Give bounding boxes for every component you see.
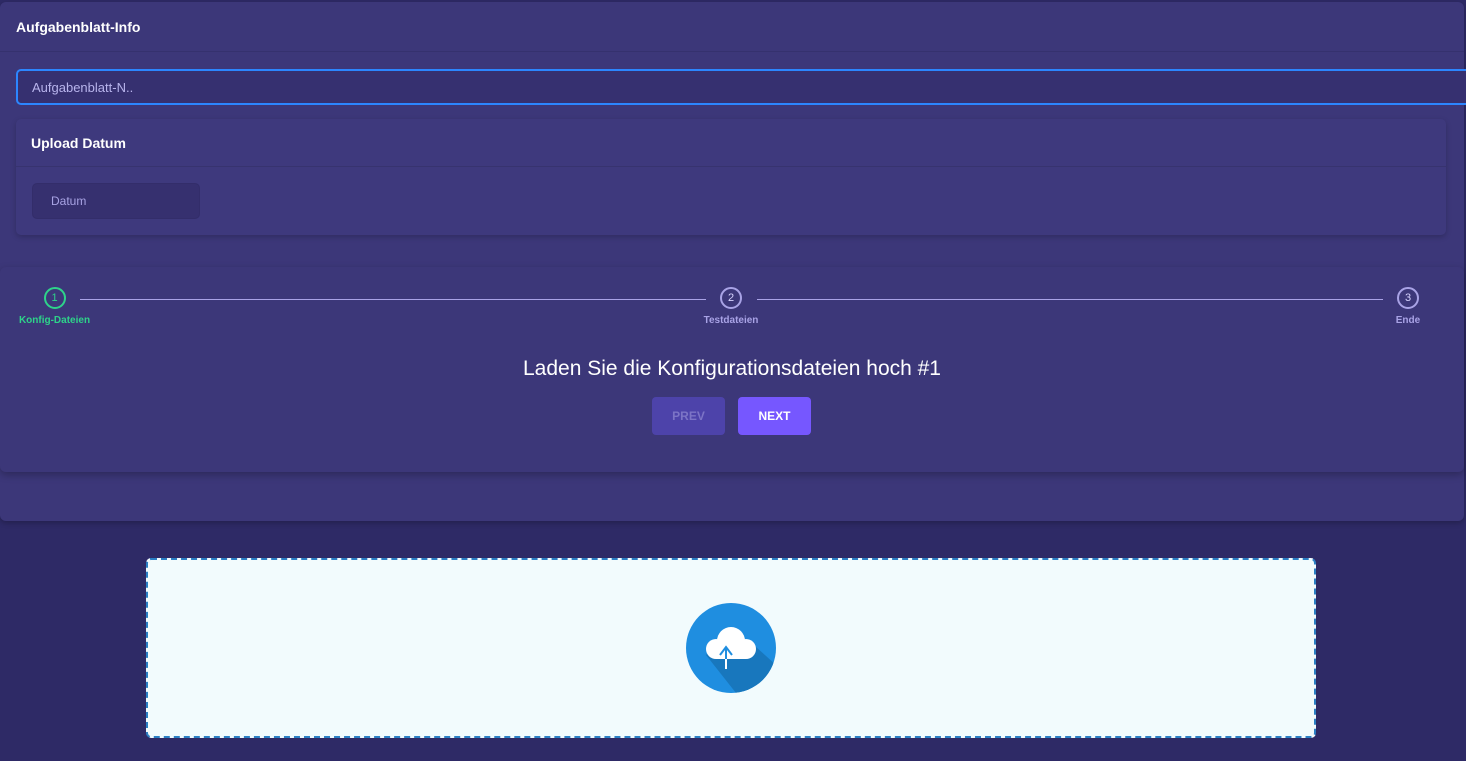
step-2-label: Testdateien <box>703 315 759 326</box>
upload-date-title: Upload Datum <box>16 119 1446 167</box>
date-input[interactable] <box>32 183 200 219</box>
task-name-input[interactable] <box>16 69 1466 105</box>
step-3[interactable]: 3 Ende <box>1388 287 1428 326</box>
card-title: Aufgabenblatt-Info <box>0 2 1464 52</box>
cloud-upload-icon[interactable] <box>686 603 776 693</box>
prev-button[interactable]: PREV <box>652 397 725 435</box>
step-2-circle: 2 <box>720 287 742 309</box>
step-3-label: Ende <box>1395 315 1421 326</box>
step-heading: Laden Sie die Konfigurationsdateien hoch… <box>523 357 941 380</box>
step-line-2-3 <box>757 299 1383 300</box>
step-1[interactable]: 1 Konfig-Dateien <box>18 287 91 326</box>
step-1-label: Konfig-Dateien <box>18 315 91 326</box>
next-button[interactable]: NEXT <box>738 397 811 435</box>
stepper-card: 1 Konfig-Dateien 2 Testdateien 3 Ende La… <box>0 267 1464 472</box>
step-3-circle: 3 <box>1397 287 1419 309</box>
step-1-circle: 1 <box>43 287 66 309</box>
task-info-card: Aufgabenblatt-Info Upload Datum 1 Konfig… <box>0 2 1466 521</box>
step-2[interactable]: 2 Testdateien <box>696 287 766 326</box>
step-line-1-2 <box>80 299 706 300</box>
upload-date-card: Upload Datum <box>16 119 1446 235</box>
file-dropzone[interactable] <box>146 558 1316 738</box>
